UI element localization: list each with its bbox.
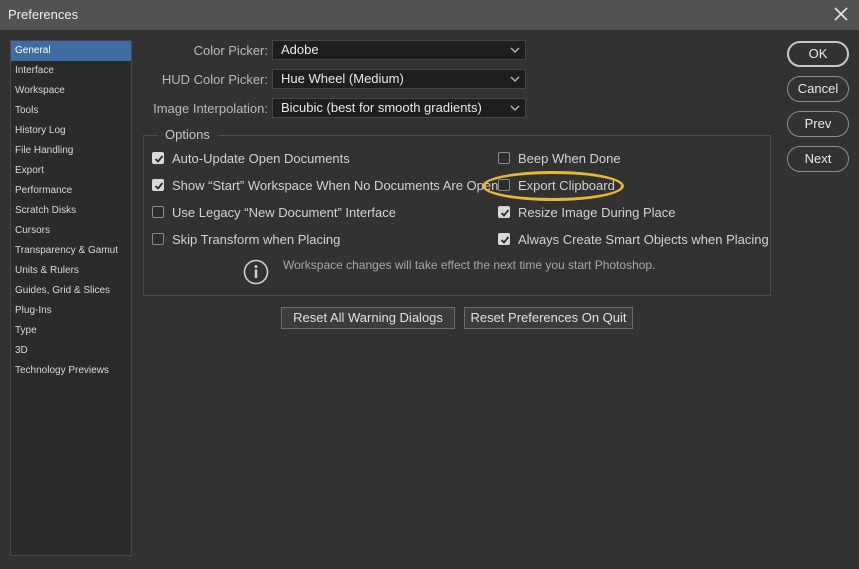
image-interpolation-row: Image Interpolation: Bicubic (best for s… <box>140 98 530 120</box>
hud-color-picker-label: HUD Color Picker: <box>161 72 268 87</box>
hud-color-picker-select[interactable]: Hue Wheel (Medium) <box>272 69 526 89</box>
sidebar-item-export[interactable]: Export <box>11 161 131 181</box>
preferences-sidebar: General Interface Workspace Tools Histor… <box>10 40 132 556</box>
beep-when-done-checkbox[interactable] <box>498 152 510 164</box>
checkmark-icon <box>500 209 510 217</box>
resize-image-checkbox[interactable] <box>498 206 510 218</box>
close-button[interactable] <box>831 4 851 24</box>
image-interpolation-value: Bicubic (best for smooth gradients) <box>281 100 482 115</box>
sidebar-item-type[interactable]: Type <box>11 321 131 341</box>
auto-update-label: Auto-Update Open Documents <box>172 151 350 166</box>
sidebar-item-workspace[interactable]: Workspace <box>11 81 131 101</box>
sidebar-item-3d[interactable]: 3D <box>11 341 131 361</box>
color-picker-value: Adobe <box>281 42 319 57</box>
color-picker-select[interactable]: Adobe <box>272 40 526 60</box>
title-bar: Preferences <box>0 0 859 30</box>
smart-objects-checkbox[interactable] <box>498 233 510 245</box>
close-icon <box>834 7 848 21</box>
sidebar-item-units-rulers[interactable]: Units & Rulers <box>11 261 131 281</box>
options-legend: Options <box>158 127 217 142</box>
color-picker-row: Color Picker: Adobe <box>140 40 530 62</box>
sidebar-item-performance[interactable]: Performance <box>11 181 131 201</box>
workspace-info-text: Workspace changes will take effect the n… <box>283 258 656 272</box>
chevron-down-icon <box>510 47 520 53</box>
sidebar-item-file-handling[interactable]: File Handling <box>11 141 131 161</box>
checkmark-icon <box>154 182 164 190</box>
sidebar-item-tools[interactable]: Tools <box>11 101 131 121</box>
sidebar-item-history-log[interactable]: History Log <box>11 121 131 141</box>
sidebar-item-general[interactable]: General <box>11 41 131 61</box>
hud-color-picker-row: HUD Color Picker: Hue Wheel (Medium) <box>140 69 530 91</box>
sidebar-item-plug-ins[interactable]: Plug-Ins <box>11 301 131 321</box>
next-button[interactable]: Next <box>787 146 849 172</box>
highlight-ring <box>482 171 624 201</box>
cancel-button[interactable]: Cancel <box>787 76 849 102</box>
skip-transform-label: Skip Transform when Placing <box>172 232 341 247</box>
sidebar-item-interface[interactable]: Interface <box>11 61 131 81</box>
sidebar-item-technology-previews[interactable]: Technology Previews <box>11 361 131 381</box>
reset-warning-dialogs-button[interactable]: Reset All Warning Dialogs <box>281 307 455 329</box>
sidebar-item-scratch-disks[interactable]: Scratch Disks <box>11 201 131 221</box>
checkmark-icon <box>154 155 164 163</box>
sidebar-item-transparency-gamut[interactable]: Transparency & Gamut <box>11 241 131 261</box>
show-start-workspace-label: Show “Start” Workspace When No Documents… <box>172 178 499 193</box>
info-icon <box>243 259 269 285</box>
prev-button[interactable]: Prev <box>787 111 849 137</box>
reset-preferences-on-quit-button[interactable]: Reset Preferences On Quit <box>464 307 633 329</box>
chevron-down-icon <box>510 105 520 111</box>
window-title: Preferences <box>8 7 79 22</box>
auto-update-checkbox[interactable] <box>152 152 164 164</box>
smart-objects-label: Always Create Smart Objects when Placing <box>518 232 769 247</box>
image-interpolation-label: Image Interpolation: <box>153 101 268 116</box>
hud-color-picker-value: Hue Wheel (Medium) <box>281 71 404 86</box>
preferences-dialog: Preferences General Interface Workspace … <box>0 0 859 569</box>
legacy-new-document-checkbox[interactable] <box>152 206 164 218</box>
sidebar-item-cursors[interactable]: Cursors <box>11 221 131 241</box>
image-interpolation-select[interactable]: Bicubic (best for smooth gradients) <box>272 98 526 118</box>
show-start-workspace-checkbox[interactable] <box>152 179 164 191</box>
sidebar-item-guides-grid-slices[interactable]: Guides, Grid & Slices <box>11 281 131 301</box>
beep-when-done-label: Beep When Done <box>518 151 621 166</box>
legacy-new-document-label: Use Legacy “New Document” Interface <box>172 205 396 220</box>
checkmark-icon <box>500 236 510 244</box>
resize-image-label: Resize Image During Place <box>518 205 676 220</box>
skip-transform-checkbox[interactable] <box>152 233 164 245</box>
color-picker-label: Color Picker: <box>193 43 268 58</box>
ok-button[interactable]: OK <box>787 41 849 67</box>
chevron-down-icon <box>510 76 520 82</box>
